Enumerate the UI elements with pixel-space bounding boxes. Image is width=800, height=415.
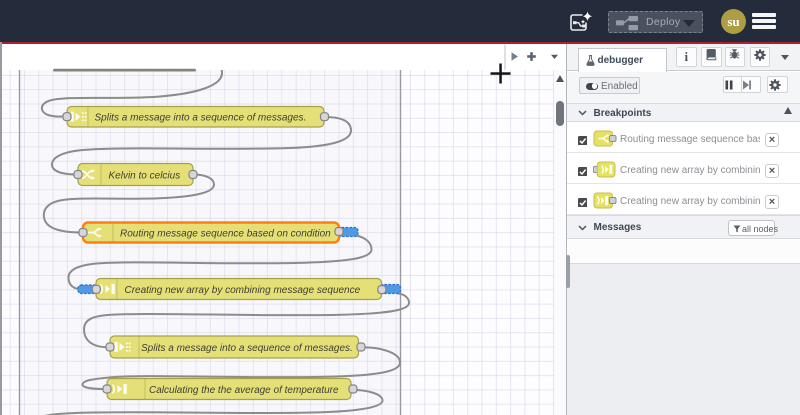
svg-text:Splits a message into a sequen: Splits a message into a sequence of mess… [141,343,353,354]
svg-text:Creating new array by combinin: Creating new array by combining message … [125,285,361,296]
svg-text:Calculating the the average of: Calculating the the average of temperatu… [149,385,339,396]
svg-text:Routing message sequence based: Routing message sequence based on condit… [120,228,331,239]
svg-text:Splits a message into a sequen: Splits a message into a sequence of mess… [95,113,307,124]
svg-text:Kelvin to celcius: Kelvin to celcius [109,170,181,181]
